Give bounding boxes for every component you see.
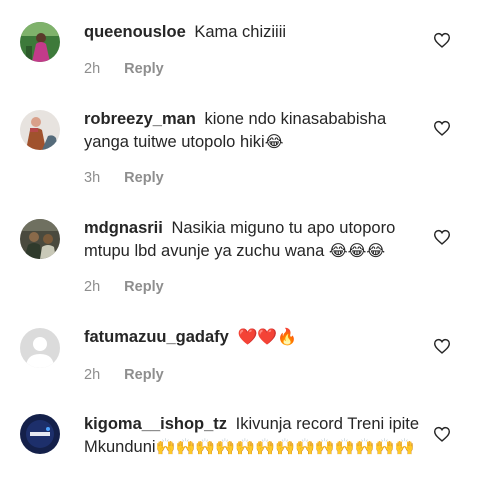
- comment-username[interactable]: mdgnasrii: [84, 219, 163, 237]
- comment-username[interactable]: kigoma__ishop_tz: [84, 415, 227, 433]
- comment-meta: 2h Reply: [84, 367, 164, 383]
- comment-meta: 2h Reply: [84, 61, 164, 77]
- avatar[interactable]: [20, 414, 60, 454]
- comment-text: Kama chiziiii: [194, 23, 287, 41]
- avatar[interactable]: [20, 110, 60, 150]
- heart-outline-icon[interactable]: [433, 120, 451, 136]
- comment-time: 2h: [84, 367, 101, 383]
- comment-time: 3h: [84, 170, 101, 186]
- comment-body: fatumazuu_gadafy ❤️❤️🔥: [84, 326, 424, 349]
- heart-outline-icon[interactable]: [433, 426, 451, 442]
- comment-username[interactable]: fatumazuu_gadafy: [84, 328, 229, 346]
- reply-button[interactable]: Reply: [124, 367, 164, 383]
- reply-button[interactable]: Reply: [124, 61, 164, 77]
- comment-body: kigoma__ishop_tz Ikivunja record Treni i…: [84, 413, 424, 459]
- comment-list: queenousloe Kama chiziiii 2h Reply robre…: [0, 0, 480, 480]
- comment-body: mdgnasrii Nasikia miguno tu apo utoporo …: [84, 217, 424, 263]
- comment-meta: 2h Reply: [84, 279, 164, 295]
- avatar[interactable]: [20, 22, 60, 62]
- reply-button[interactable]: Reply: [124, 279, 164, 295]
- comment-time: 2h: [84, 279, 101, 295]
- comment-username[interactable]: queenousloe: [84, 23, 186, 41]
- heart-outline-icon[interactable]: [433, 229, 451, 245]
- avatar-placeholder[interactable]: [20, 328, 60, 368]
- comment-username[interactable]: robreezy_man: [84, 110, 196, 128]
- comment-emoji: 🙌🙌🙌🙌🙌🙌🙌🙌🙌🙌🙌🙌🙌: [155, 439, 415, 456]
- comment-body: robreezy_man kione ndo kinasababisha yan…: [84, 108, 424, 154]
- heart-outline-icon[interactable]: [433, 32, 451, 48]
- comment-meta: 3h Reply: [84, 170, 164, 186]
- avatar[interactable]: [20, 219, 60, 259]
- comment-emoji: ❤️❤️🔥: [237, 329, 298, 346]
- comment-body: queenousloe Kama chiziiii: [84, 21, 424, 44]
- reply-button[interactable]: Reply: [124, 170, 164, 186]
- comment-emoji: 😂: [264, 134, 284, 151]
- heart-outline-icon[interactable]: [433, 338, 451, 354]
- comment-time: 2h: [84, 61, 101, 77]
- comment-emoji: 😂😂😂: [328, 243, 386, 260]
